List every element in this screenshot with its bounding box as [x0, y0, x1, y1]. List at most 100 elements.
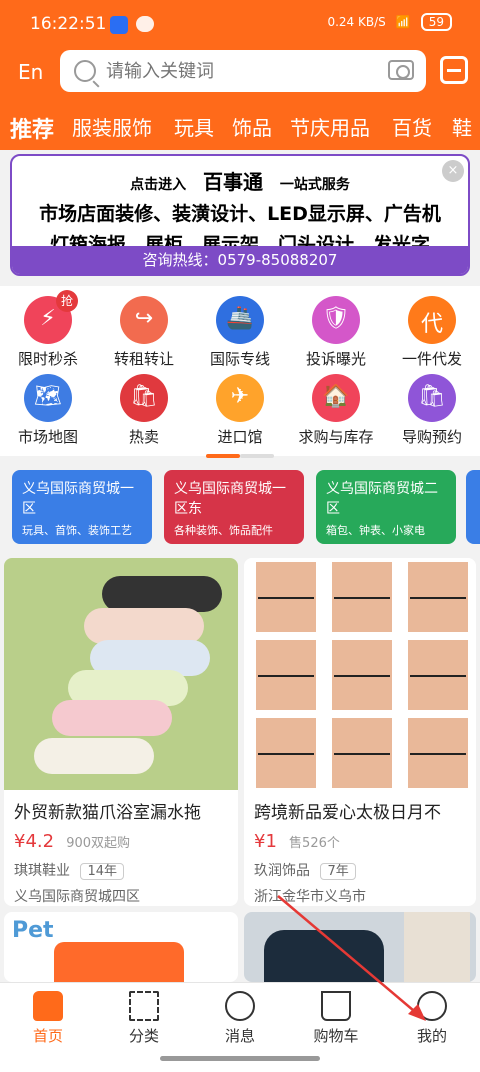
price-value: 4.2 — [25, 831, 55, 852]
product-image — [4, 558, 238, 790]
plane-icon: ✈ — [216, 374, 264, 422]
category-tabs: 推荐 服装服饰 玩具 饰品 节庆用品 百货 鞋 — [0, 100, 480, 150]
grid-item-guide[interactable]: 🛍 导购预约 — [384, 374, 480, 447]
market-card[interactable]: 义乌国际商贸城一区 玩具、首饰、装饰工艺 — [12, 470, 152, 544]
product-image — [264, 930, 384, 982]
price-value: 1 — [265, 831, 277, 852]
ship-icon: 🚢 — [216, 296, 264, 344]
tab-festival[interactable]: 节庆用品 — [290, 112, 370, 141]
grid-item-dropship[interactable]: 代 一件代发 — [384, 296, 480, 369]
grid-item-complaint[interactable]: 🛡 投诉曝光 — [288, 296, 384, 369]
market-cards: 义乌国际商贸城一区 玩具、首饰、装饰工艺 义乌国际商贸城一区东 各种装饰、饰品配… — [0, 462, 480, 550]
product-image — [54, 942, 184, 982]
share-arrow-icon: ↪ — [120, 296, 168, 344]
grid-label: 热卖 — [128, 428, 159, 446]
grid-icon — [129, 991, 159, 1021]
search-input[interactable] — [106, 60, 366, 82]
scan-icon[interactable] — [440, 56, 468, 84]
wifi-icon: 📶 — [395, 15, 411, 29]
product-card-partial[interactable]: Pet — [4, 912, 238, 982]
price-row: ¥1 售526个 — [254, 831, 466, 852]
grid-label: 一件代发 — [401, 350, 462, 368]
product-title: 跨境新品爱心太极日月不 — [254, 803, 441, 823]
shopping-bag-icon: 🛍 — [408, 374, 456, 422]
shop-name: 玖润饰品 — [254, 863, 310, 879]
nav-home[interactable]: 首页 — [0, 991, 96, 1046]
network-speed: 0.24 KB/S — [327, 15, 386, 29]
shop-row: 玖润饰品 7年 — [254, 860, 466, 880]
grid-label: 转租转让 — [113, 350, 174, 368]
product-image — [244, 558, 476, 790]
slipper-shape — [34, 738, 154, 774]
language-switch[interactable]: En — [18, 60, 43, 84]
tab-clothing[interactable]: 服装服饰 — [72, 112, 152, 141]
market-card-partial[interactable] — [466, 470, 480, 544]
close-icon[interactable]: × — [442, 160, 464, 182]
shop-years-badge: 14年 — [80, 863, 124, 880]
home-icon — [33, 991, 63, 1021]
grid-item-import[interactable]: ✈ 进口馆 — [192, 374, 288, 447]
bracelet-cards-image — [256, 562, 468, 788]
product-card[interactable]: 外贸新款猫爪浴室漏水拖 ¥4.2 900双起购 琪琪鞋业 14年 义乌国际商贸城… — [4, 558, 238, 906]
house-icon: 🏠 — [312, 374, 360, 422]
nav-cart[interactable]: 购物车 — [288, 991, 384, 1046]
product-card-partial[interactable] — [244, 912, 476, 982]
shop-location: 义乌国际商贸城四区 — [14, 889, 140, 905]
grid-label: 进口馆 — [217, 428, 263, 446]
dropship-icon: 代 — [408, 296, 456, 344]
battery-indicator: 59 — [420, 13, 452, 31]
grid-label: 投诉曝光 — [305, 350, 366, 368]
ad-banner[interactable]: 点击进入 百事通 一站式服务 市场店面装修、装潢设计、LED显示屏、广告机 灯箱… — [10, 154, 470, 276]
product-price: ¥4.2 — [14, 831, 54, 852]
grid-item-sourcing[interactable]: 🏠 求购与库存 — [288, 374, 384, 447]
shield-icon: 🛡 — [312, 296, 360, 344]
tab-shoes[interactable]: 鞋 — [452, 112, 472, 141]
market-title: 义乌国际商贸城一区 — [22, 481, 134, 517]
tab-recommend[interactable]: 推荐 — [10, 112, 54, 144]
price-row: ¥4.2 900双起购 — [14, 831, 228, 852]
product-card[interactable]: 跨境新品爱心太极日月不 ¥1 售526个 玖润饰品 7年 浙江金华市义乌市 — [244, 558, 476, 906]
search-icon — [74, 60, 96, 82]
cart-icon — [321, 991, 351, 1021]
tab-toys[interactable]: 玩具 — [174, 112, 214, 141]
tab-accessories[interactable]: 饰品 — [232, 112, 272, 141]
user-icon — [417, 991, 447, 1021]
grid-item-hot[interactable]: 🛍 热卖 — [96, 374, 192, 447]
market-sub: 箱包、钟表、小家电 — [326, 524, 425, 537]
grid-label: 市场地图 — [17, 428, 78, 446]
map-icon: 🗺 — [24, 374, 72, 422]
banner-line1: 市场店面装修、装潢设计、LED显示屏、广告机 — [39, 203, 441, 225]
shop-name: 琪琪鞋业 — [14, 863, 70, 879]
search-box[interactable] — [60, 50, 426, 92]
product-price: ¥1 — [254, 831, 277, 852]
market-title: 义乌国际商贸城一区东 — [174, 481, 286, 517]
status-bar: 16:22:51 0.24 KB/S 📶 59 — [0, 0, 480, 44]
feature-grid: ⚡ 抢 限时秒杀 ↪ 转租转让 🚢 国际专线 🛡 投诉曝光 代 一件代发 🗺 市场… — [0, 286, 480, 456]
grid-item-flash-sale[interactable]: ⚡ 抢 限时秒杀 — [0, 290, 96, 369]
grid-item-transfer[interactable]: ↪ 转租转让 — [96, 296, 192, 369]
brand-logo-icon: Pet — [12, 918, 54, 943]
sold-count: 售526个 — [289, 836, 340, 851]
product-image — [404, 912, 470, 982]
grid-label: 求购与库存 — [298, 428, 374, 446]
grid-item-market-map[interactable]: 🗺 市场地图 — [0, 374, 96, 447]
tab-general[interactable]: 百货 — [392, 112, 432, 141]
market-card[interactable]: 义乌国际商贸城二区 箱包、钟表、小家电 — [316, 470, 456, 544]
nav-category[interactable]: 分类 — [96, 991, 192, 1046]
market-sub: 各种装饰、饰品配件 — [174, 524, 273, 537]
banner-header: 点击进入 百事通 一站式服务 — [12, 156, 468, 195]
home-indicator — [160, 1056, 320, 1061]
camera-icon[interactable] — [388, 60, 414, 80]
nav-messages[interactable]: 消息 — [192, 991, 288, 1046]
grid-item-intl-shipping[interactable]: 🚢 国际专线 — [192, 296, 288, 369]
market-title: 义乌国际商贸城二区 — [326, 481, 438, 517]
nav-label: 我的 — [416, 1027, 447, 1045]
nav-label: 分类 — [128, 1027, 159, 1045]
currency-symbol: ¥ — [254, 831, 266, 852]
market-card[interactable]: 义乌国际商贸城一区东 各种装饰、饰品配件 — [164, 470, 304, 544]
bag-icon: 🛍 — [120, 374, 168, 422]
market-sub: 玩具、首饰、装饰工艺 — [22, 524, 132, 537]
grid-label: 导购预约 — [401, 428, 462, 446]
shop-location: 浙江金华市义乌市 — [254, 889, 366, 905]
nav-me[interactable]: 我的 — [384, 991, 480, 1046]
